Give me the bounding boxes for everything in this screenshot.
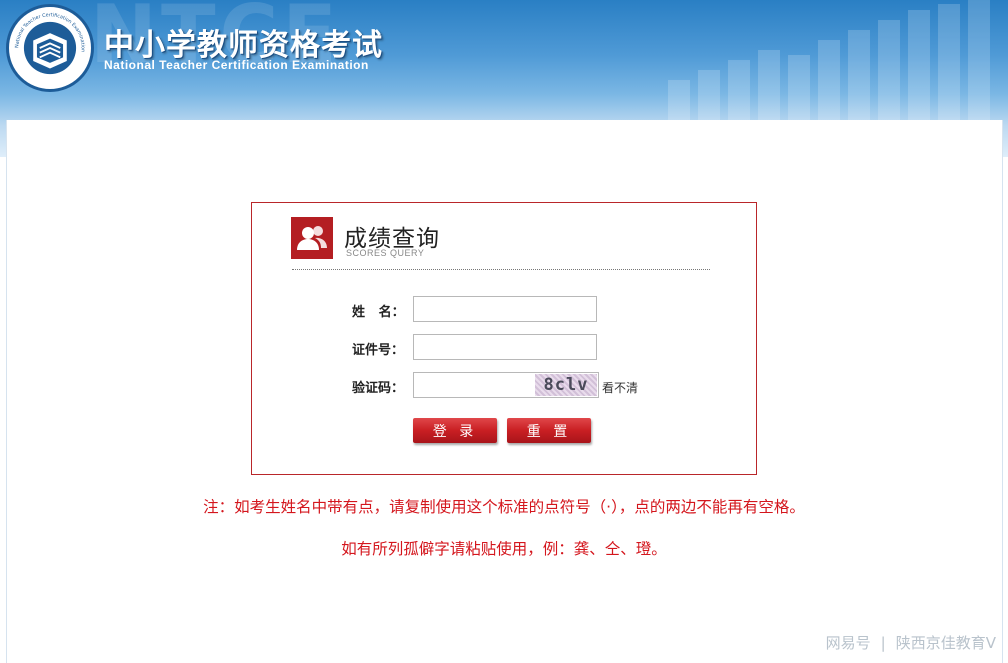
- panel-subtitle: SCORES QUERY: [346, 248, 425, 258]
- name-row: 姓 名：: [252, 296, 758, 322]
- note-rare-characters: 如有所列孤僻字请粘贴使用，例：龚、仝、璒。: [341, 540, 667, 558]
- name-input[interactable]: [413, 296, 597, 322]
- login-button[interactable]: 登 录: [413, 418, 497, 443]
- footer-separator: |: [880, 634, 886, 652]
- captcha-row: 验证码： 8clv 看不清: [252, 372, 758, 398]
- header-bar-graphic: [668, 0, 990, 120]
- reset-button[interactable]: 重 置: [507, 418, 591, 443]
- footer-watermark-right: 陕西京佳教育V: [895, 634, 996, 652]
- captcha-label: 验证码：: [352, 381, 405, 396]
- captcha-refresh-link[interactable]: 看不清: [602, 379, 638, 396]
- ntce-logo: National Teacher Certification Examinati…: [6, 4, 94, 92]
- note-dot-symbol: 注：如考生姓名中带有点，请复制使用这个标准的点符号（·），点的两边不能再有空格。: [203, 498, 805, 516]
- scores-query-panel: 成绩查询 SCORES QUERY 姓 名： 证件号： 验证码： 8clv 看不…: [251, 202, 757, 475]
- footer-watermark: 网易号 | 陕西京佳教育V: [826, 632, 996, 653]
- users-icon: [291, 217, 333, 259]
- name-label: 姓 名：: [352, 305, 405, 320]
- site-subtitle: National Teacher Certification Examinati…: [104, 58, 369, 72]
- captcha-image[interactable]: 8clv: [535, 374, 597, 396]
- id-number-row: 证件号：: [252, 334, 758, 360]
- id-number-label: 证件号：: [352, 343, 405, 358]
- id-number-input[interactable]: [413, 334, 597, 360]
- footer-watermark-left: 网易号: [825, 634, 871, 652]
- panel-divider: [292, 269, 710, 270]
